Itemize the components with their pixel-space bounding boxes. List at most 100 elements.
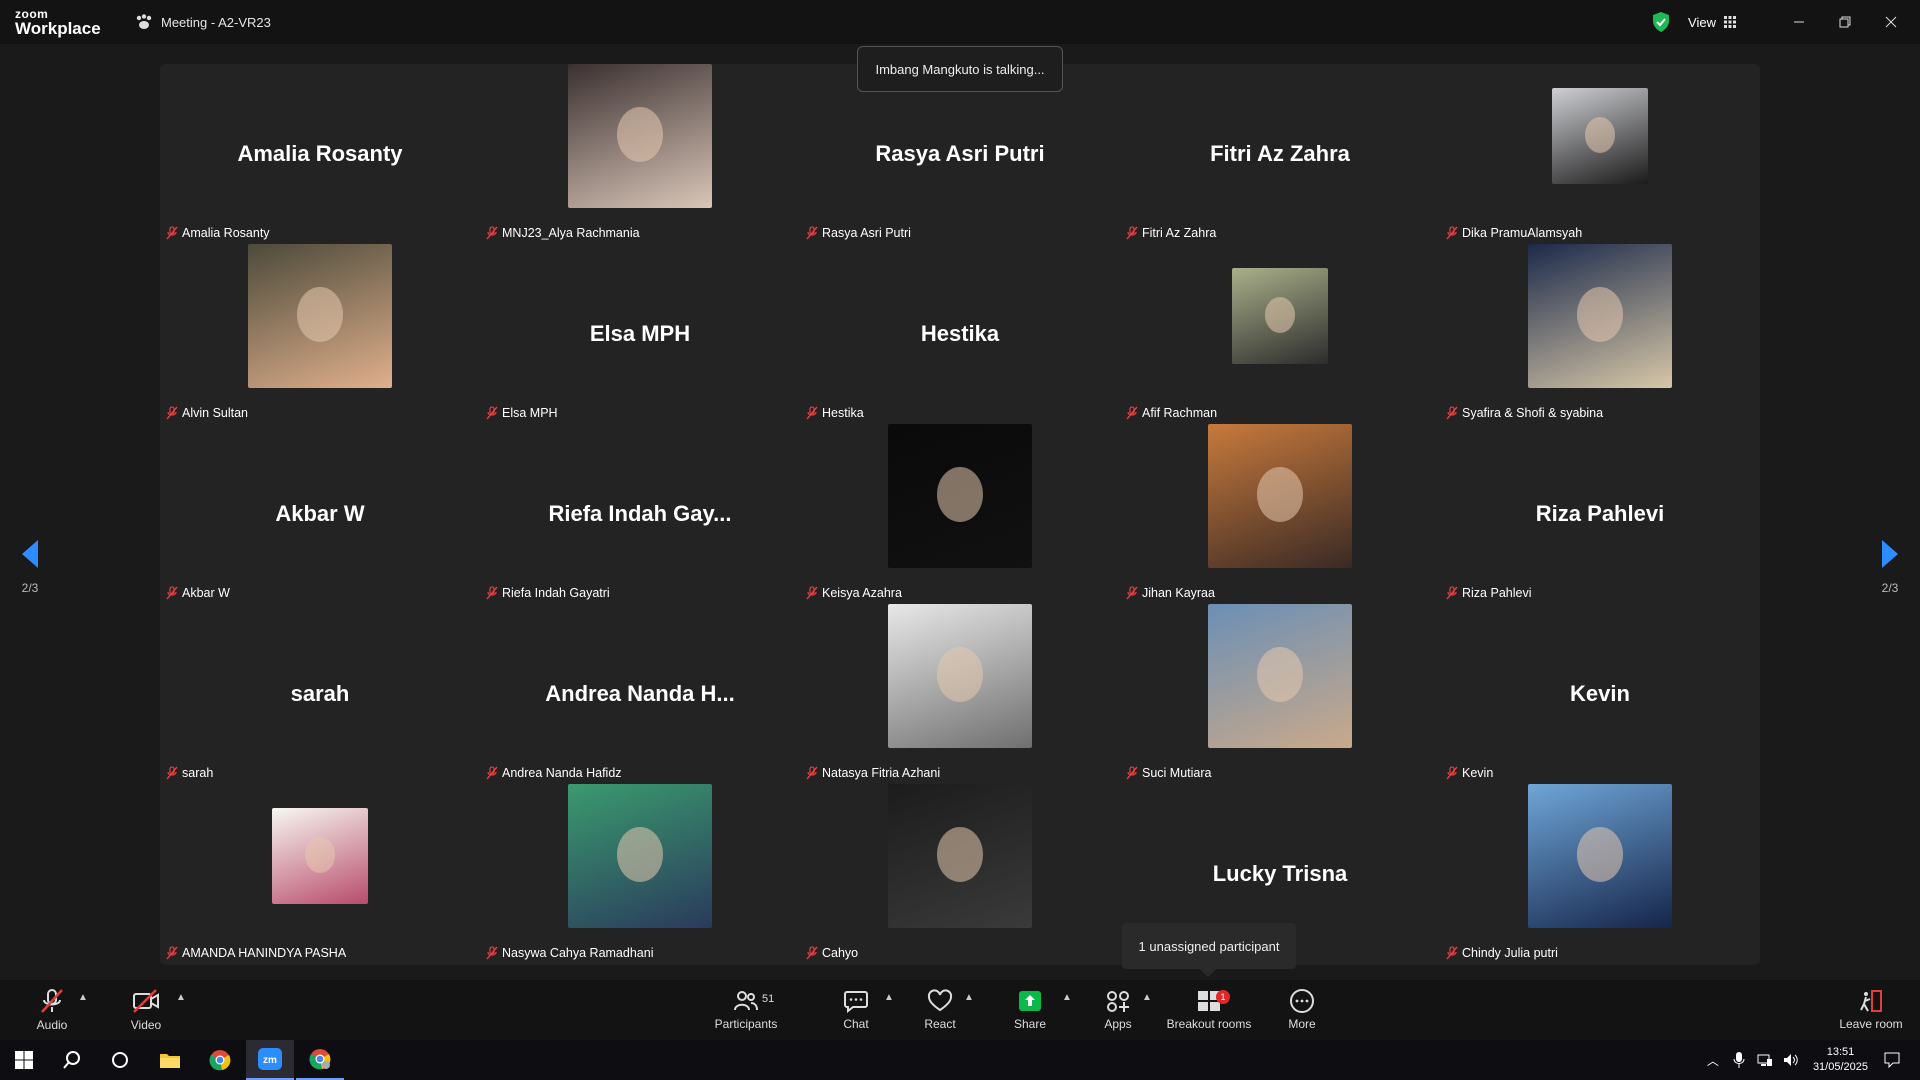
zoom-taskbar-button[interactable]: zm (246, 1040, 294, 1080)
taskbar-clock[interactable]: 13:51 31/05/2025 (1813, 1045, 1868, 1075)
participant-tile[interactable]: Riefa Indah Gay... Riefa Indah Gayatri (480, 424, 800, 604)
react-options-caret[interactable]: ▲ (964, 992, 974, 1003)
participant-video (1208, 604, 1352, 748)
view-button[interactable]: View (1688, 15, 1736, 30)
participant-display-name: Riza Pahlevi (1535, 501, 1665, 526)
participant-tile[interactable]: Nasywa Cahya Ramadhani (480, 784, 800, 964)
participant-tile[interactable]: Akbar W Akbar W (160, 424, 480, 604)
meeting-title[interactable]: Meeting - A2-VR23 (135, 14, 271, 30)
participant-name-text: Riza Pahlevi (1462, 586, 1532, 600)
notifications-icon[interactable] (1884, 1052, 1900, 1068)
close-button[interactable] (1868, 0, 1914, 44)
chat-button[interactable]: Chat (834, 980, 878, 1040)
participant-tile[interactable]: Suci Mutiara (1120, 604, 1440, 784)
share-button[interactable]: Share (1008, 980, 1052, 1040)
participants-button[interactable]: Participants (712, 980, 780, 1040)
participant-tile[interactable]: Kevin Kevin (1440, 604, 1760, 784)
person-silhouette (936, 827, 984, 882)
participant-tile[interactable]: sarah sarah (160, 604, 480, 784)
participant-tile[interactable]: Afif Rachman (1120, 244, 1440, 424)
audio-options-caret[interactable]: ▲ (78, 992, 88, 1003)
tray-mic-icon[interactable] (1733, 1052, 1745, 1068)
participant-tile[interactable]: Hestika Hestika (800, 244, 1120, 424)
participant-tile[interactable]: Fitri Az Zahra Fitri Az Zahra (1120, 64, 1440, 244)
react-button[interactable]: React (918, 980, 962, 1040)
restore-button[interactable] (1822, 0, 1868, 44)
participants-label: Participants (714, 1017, 778, 1031)
mic-muted-icon (1446, 586, 1458, 600)
participant-name-text: AMANDA HANINDYA PASHA (182, 946, 347, 960)
participant-name-label: AMANDA HANINDYA PASHA (166, 946, 346, 960)
participant-name-text: Cahyo (822, 946, 859, 960)
network-icon[interactable] (1757, 1053, 1773, 1067)
participant-name-text: Akbar W (182, 586, 230, 600)
apps-options-caret[interactable]: ▲ (1142, 992, 1152, 1003)
chrome-profile-icon (309, 1049, 331, 1070)
chrome-button[interactable] (196, 1040, 244, 1080)
participant-tile[interactable]: Andrea Nanda H... Andrea Nanda Hafidz (480, 604, 800, 784)
participant-display-name: Elsa MPH (589, 321, 691, 346)
participant-tile[interactable]: Dika PramuAlamsyah (1440, 64, 1760, 244)
view-label: View (1688, 14, 1716, 30)
video-button[interactable]: Video (124, 980, 168, 1040)
more-icon (1290, 989, 1314, 1013)
participant-display-name: Hestika (920, 321, 1000, 346)
folder-icon (160, 1054, 180, 1068)
participant-tile[interactable]: AMANDA HANINDYA PASHA (160, 784, 480, 964)
participant-tile[interactable]: Chindy Julia putri (1440, 784, 1760, 964)
page-indicator-right: 2/3 (1881, 581, 1899, 595)
audio-button[interactable]: Audio (30, 980, 74, 1040)
share-screen-icon (1019, 991, 1041, 1011)
participant-video (888, 604, 1032, 748)
leave-room-button[interactable]: Leave room (1836, 980, 1906, 1040)
participant-name-label: Akbar W (166, 586, 230, 600)
participant-tile[interactable]: Amalia Rosanty Amalia Rosanty (160, 64, 480, 244)
meeting-paw-icon (136, 14, 152, 29)
tray-chevron-icon[interactable]: ︿ (1707, 1052, 1719, 1069)
minimize-button[interactable] (1776, 0, 1822, 44)
mic-muted-icon (1126, 766, 1138, 780)
restore-icon (1839, 16, 1851, 28)
chat-icon (844, 991, 868, 1013)
mic-muted-icon (166, 946, 178, 960)
participant-tile[interactable]: Elsa MPH Elsa MPH (480, 244, 800, 424)
arrow-right-icon (1882, 540, 1898, 568)
participant-name-text: Elsa MPH (502, 406, 558, 420)
chrome-profile-button[interactable] (296, 1040, 344, 1080)
participant-tile[interactable]: Natasya Fitria Azhani (800, 604, 1120, 784)
video-options-caret[interactable]: ▲ (176, 992, 186, 1003)
participant-name-label: Elsa MPH (486, 406, 558, 420)
windows-logo-icon (15, 1051, 33, 1069)
participant-name-label: Keisya Azahra (806, 586, 902, 600)
participant-tile[interactable]: Alvin Sultan (160, 244, 480, 424)
participant-name-text: Rasya Asri Putri (822, 226, 911, 240)
participant-tile[interactable]: Riza Pahlevi Riza Pahlevi (1440, 424, 1760, 604)
more-label: More (1288, 1017, 1316, 1031)
participant-name-label: Rasya Asri Putri (806, 226, 911, 240)
encryption-shield-icon[interactable] (1652, 12, 1670, 32)
next-page-button[interactable]: 2/3 (1870, 540, 1910, 595)
start-button[interactable] (0, 1040, 48, 1080)
mic-muted-icon (806, 226, 818, 240)
grid-view-icon (1724, 16, 1736, 28)
prev-page-button[interactable]: 2/3 (10, 540, 50, 595)
participant-tile[interactable]: Syafira & Shofi & syabina (1440, 244, 1760, 424)
participant-tile[interactable]: Cahyo (800, 784, 1120, 964)
breakout-rooms-button[interactable]: Breakout rooms (1164, 980, 1254, 1040)
participant-tile[interactable]: Keisya Azahra (800, 424, 1120, 604)
search-button[interactable] (48, 1040, 96, 1080)
participant-name-label: Suci Mutiara (1126, 766, 1211, 780)
task-view-button[interactable] (96, 1040, 144, 1080)
share-options-caret[interactable]: ▲ (1062, 992, 1072, 1003)
participant-display-name: sarah (290, 681, 350, 706)
chat-options-caret[interactable]: ▲ (884, 992, 894, 1003)
apps-button[interactable]: Apps (1096, 980, 1140, 1040)
file-explorer-button[interactable] (146, 1040, 194, 1080)
volume-icon[interactable] (1783, 1053, 1799, 1067)
participant-video (568, 64, 712, 208)
participant-tile[interactable]: MNJ23_Alya Rachmania (480, 64, 800, 244)
more-button[interactable]: More (1280, 980, 1324, 1040)
person-silhouette (1256, 647, 1304, 702)
participant-tile[interactable]: Jihan Kayraa (1120, 424, 1440, 604)
clock-time: 13:51 (1826, 1046, 1855, 1058)
